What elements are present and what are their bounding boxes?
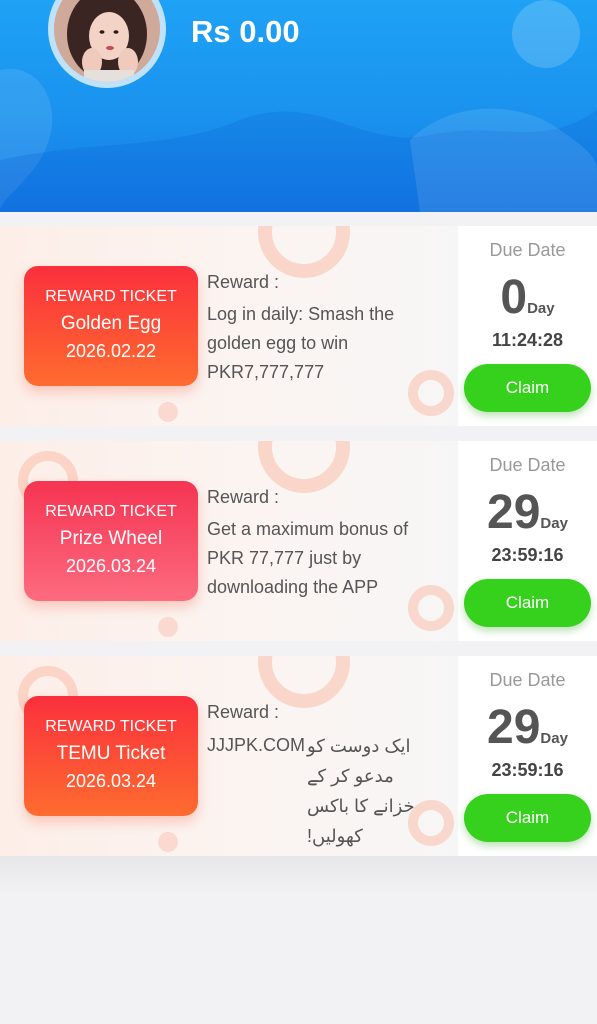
ticket-name: Golden Egg xyxy=(60,313,162,334)
ticket-name: TEMU Ticket xyxy=(56,743,166,764)
reward-card: REWARD TICKET Golden Egg 2026.02.22 Rewa… xyxy=(0,226,597,426)
reward-description: JJJPK.COM ایک دوست کو مدعو کر کے خزانے ک… xyxy=(207,730,437,851)
due-date-label: Due Date xyxy=(489,240,566,260)
reward-label: Reward : xyxy=(207,702,280,722)
ticket-label: REWARD TICKET xyxy=(45,288,177,305)
claim-button[interactable]: Claim xyxy=(464,364,591,412)
due-date-panel: Due Date 29Day 23:59:16 Claim xyxy=(458,656,597,856)
balance-amount: Rs 0.00 xyxy=(191,14,300,49)
reward-card: REWARD TICKET Prize Wheel 2026.03.24 Rew… xyxy=(0,441,597,641)
reward-ticket: REWARD TICKET TEMU Ticket 2026.03.24 xyxy=(24,696,198,816)
countdown-timer: 23:59:16 xyxy=(491,545,564,565)
ticket-date: 2026.03.24 xyxy=(65,556,157,576)
ticket-label: REWARD TICKET xyxy=(45,718,177,735)
reward-ticket: REWARD TICKET Golden Egg 2026.02.22 xyxy=(24,266,198,386)
days-unit: Day xyxy=(540,515,568,532)
due-date-panel: Due Date 0Day 11:24:28 Claim xyxy=(458,226,597,426)
ticket-date: 2026.02.22 xyxy=(65,341,157,361)
due-date-panel: Due Date 29Day 23:59:16 Claim xyxy=(458,441,597,641)
days-remaining: 29Day xyxy=(458,485,597,540)
ticket-date: 2026.03.24 xyxy=(65,771,157,791)
days-count: 29 xyxy=(487,701,541,754)
reward-ticket: REWARD TICKET Prize Wheel 2026.03.24 xyxy=(24,481,198,601)
claim-button[interactable]: Claim xyxy=(464,794,591,842)
ticket-label: REWARD TICKET xyxy=(45,503,177,520)
countdown-timer: 11:24:28 xyxy=(491,330,564,350)
claim-button[interactable]: Claim xyxy=(464,579,591,627)
days-count: 29 xyxy=(487,486,541,539)
days-remaining: 0Day xyxy=(458,270,597,325)
days-unit: Day xyxy=(527,300,555,317)
list-end-shadow xyxy=(0,856,597,896)
days-remaining: 29Day xyxy=(458,700,597,755)
due-date-label: Due Date xyxy=(489,670,566,690)
due-date-label: Due Date xyxy=(489,455,566,475)
reward-card: REWARD TICKET TEMU Ticket 2026.03.24 Rew… xyxy=(0,656,597,856)
ticket-name: Prize Wheel xyxy=(59,528,163,549)
wallet-header: Rs 0.00 xyxy=(0,0,597,212)
days-unit: Day xyxy=(540,730,568,747)
reward-label: Reward : xyxy=(207,487,280,507)
reward-description: Get a maximum bonus of PKR 77,777 just b… xyxy=(207,519,409,597)
countdown-timer: 23:59:16 xyxy=(491,760,564,780)
reward-label: Reward : xyxy=(207,272,280,292)
reward-description: Log in daily: Smash the golden egg to wi… xyxy=(207,304,395,382)
days-count: 0 xyxy=(500,271,528,324)
